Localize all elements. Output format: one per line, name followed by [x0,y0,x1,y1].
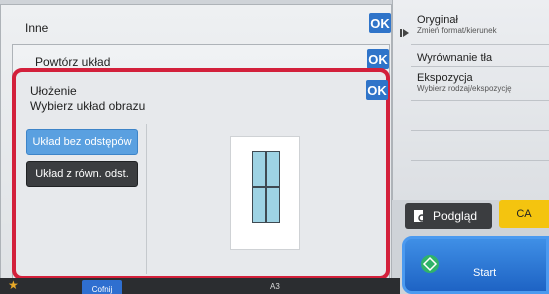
bottom-bar: ★ Cofnij A3 [0,278,400,294]
start-button[interactable]: Start [402,236,549,294]
ulozenie-subtitle: Wybierz układ obrazu [30,99,146,113]
start-label: Start [473,267,497,279]
powtorz-uklad-ok-button[interactable]: OK [367,49,389,69]
ulozenie-dialog: Ułożenie Wybierz układ obrazu OK Układ b… [12,68,390,280]
preview-label: Podgląd [433,209,478,223]
preview-button[interactable]: Podgląd [405,203,492,229]
inne-ok-button[interactable]: OK [369,13,391,33]
inne-title: Inne [25,21,49,35]
option-uklad-z-rown-odst[interactable]: Układ z równ. odst. [26,161,138,187]
back-button[interactable]: Cofnij [82,280,122,294]
layout-preview [230,136,300,250]
window-layout-icon [252,151,280,223]
original-setting[interactable]: Oryginał Zmień format/kierunek [417,14,497,35]
right-settings-panel: Oryginał Zmień format/kierunek Wyrównani… [392,0,549,200]
powtorz-uklad-title: Powtórz układ [35,55,111,69]
original-label: Oryginał [417,14,458,26]
start-icon [421,255,439,273]
preview-icon [414,210,427,223]
play-icon [400,29,409,37]
ekspozycja-label: Ekspozycja [417,72,473,84]
paper-size-label: A3 [270,282,280,291]
option-uklad-bez-odstepow[interactable]: Układ bez odstępów [26,129,138,155]
ekspozycja-setting[interactable]: Ekspozycja Wybierz rodzaj/ekspozycję [417,72,512,93]
ekspozycja-sub: Wybierz rodzaj/ekspozycję [417,84,512,93]
divider [146,124,147,274]
ulozenie-ok-button[interactable]: OK [366,80,388,100]
star-icon[interactable]: ★ [8,278,19,292]
wyrownanie-label: Wyrównanie tła [417,52,493,64]
wyrownanie-setting[interactable]: Wyrównanie tła [417,52,492,64]
ulozenie-title: Ułożenie [30,84,77,98]
original-sub: Zmień format/kierunek [417,26,497,35]
ca-button[interactable]: CA [499,200,549,228]
